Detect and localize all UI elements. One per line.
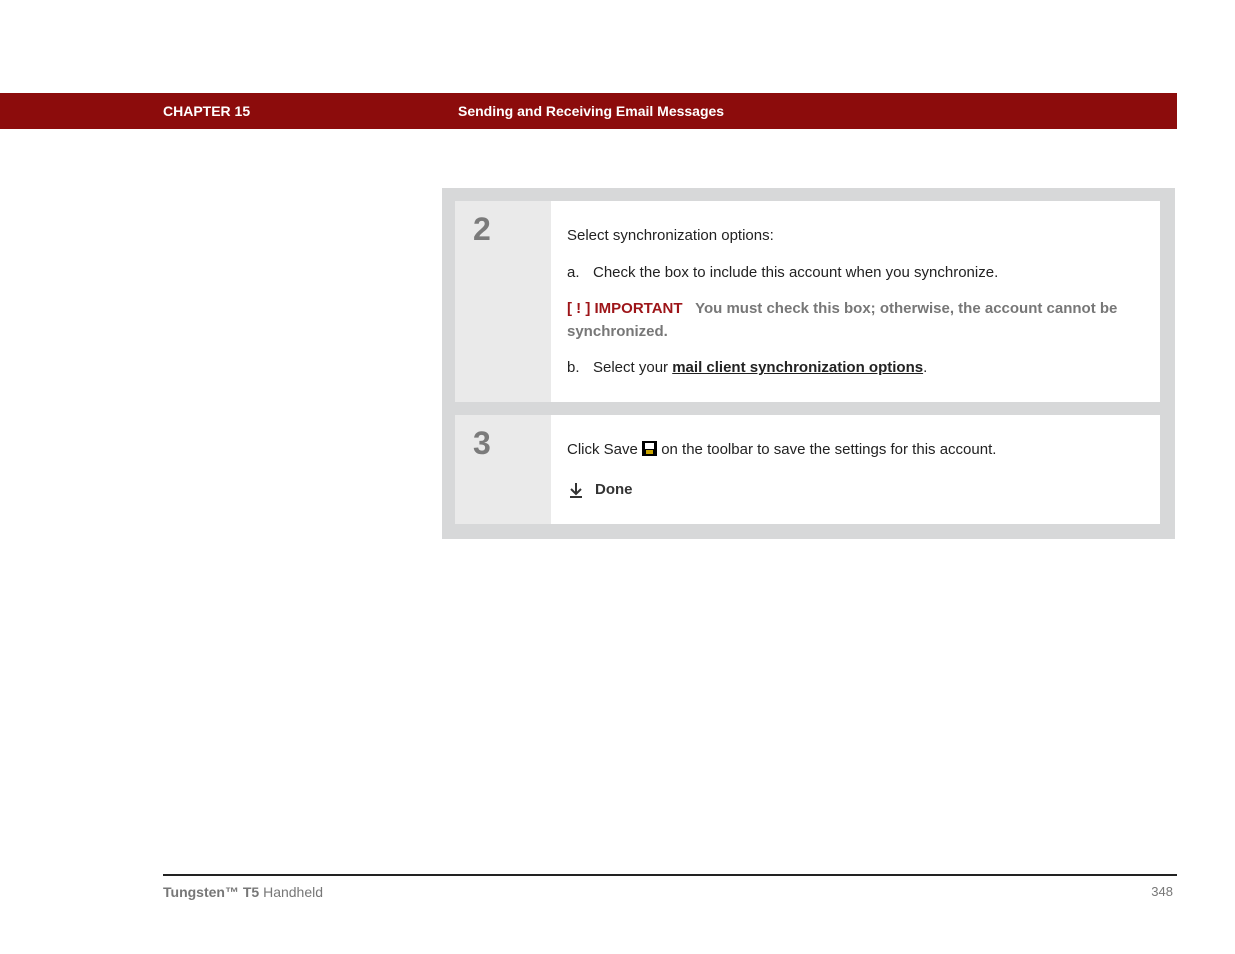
important-bracket-open: [ — [567, 300, 576, 317]
step-number: 2 — [473, 213, 533, 245]
steps-panel: 2 Select synchronization options: a. Che… — [442, 188, 1175, 539]
page-number: 348 — [1113, 884, 1173, 899]
substep-b: b. Select your mail client synchronizati… — [567, 357, 1144, 380]
footer-product-name: Tungsten™ T5 Handheld — [163, 884, 323, 900]
step-number-cell: 3 — [455, 415, 551, 524]
save-icon — [642, 441, 657, 456]
text-after-icon: on the toolbar to save the settings for … — [657, 441, 996, 458]
step-body: Click Save on the toolbar to save the se… — [551, 415, 1160, 524]
substep-letter: b. — [567, 357, 585, 380]
step-row-2: 2 Select synchronization options: a. Che… — [455, 201, 1160, 402]
done-label: Done — [595, 479, 633, 502]
substep-prefix: Select your — [593, 359, 672, 376]
substep-text: Select your mail client synchronization … — [593, 357, 927, 380]
footer-product-rest: Handheld — [259, 884, 323, 900]
done-indicator: Done — [567, 479, 1144, 502]
footer-product-bold: Tungsten™ T5 — [163, 884, 259, 900]
chapter-number-label: CHAPTER 15 — [163, 103, 250, 119]
substep-text: Check the box to include this account wh… — [593, 262, 998, 285]
footer-divider — [163, 874, 1177, 876]
substep-letter: a. — [567, 262, 585, 285]
step-intro: Select synchronization options: — [567, 225, 1144, 248]
step-body: Select synchronization options: a. Check… — [551, 201, 1160, 402]
step-number-cell: 2 — [455, 201, 551, 402]
step-row-3: 3 Click Save on the toolbar to save the … — [455, 415, 1160, 524]
important-callout: [ ! ] IMPORTANT You must check this box;… — [567, 298, 1144, 343]
mail-client-sync-options-link[interactable]: mail client synchronization options — [672, 359, 923, 376]
important-bracket-close: ] — [581, 300, 590, 317]
chapter-title: Sending and Receiving Email Messages — [458, 103, 724, 119]
substep-suffix: . — [923, 359, 927, 376]
step-number: 3 — [473, 427, 533, 459]
substep-a: a. Check the box to include this account… — [567, 262, 1144, 285]
important-label: IMPORTANT — [590, 300, 682, 317]
chapter-header-bar: CHAPTER 15 Sending and Receiving Email M… — [0, 93, 1177, 129]
arrow-down-icon — [567, 481, 585, 499]
step-instruction: Click Save on the toolbar to save the se… — [567, 439, 1144, 462]
text-before-icon: Click Save — [567, 441, 642, 458]
